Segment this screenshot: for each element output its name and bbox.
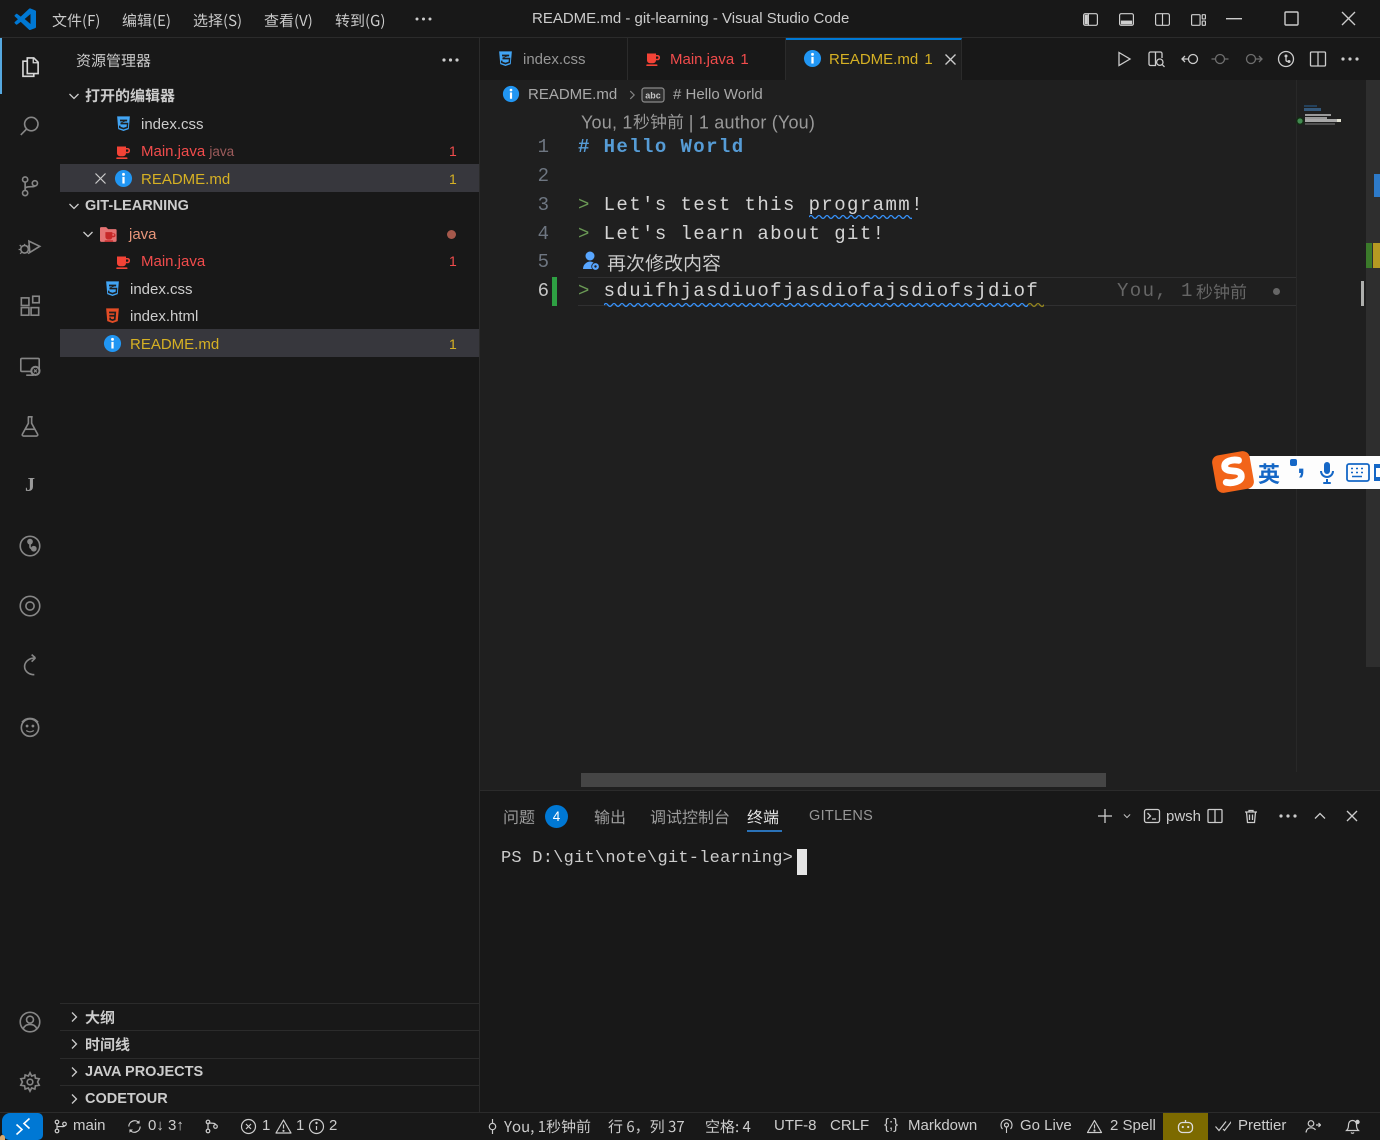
svg-text:abc: abc (645, 91, 661, 101)
